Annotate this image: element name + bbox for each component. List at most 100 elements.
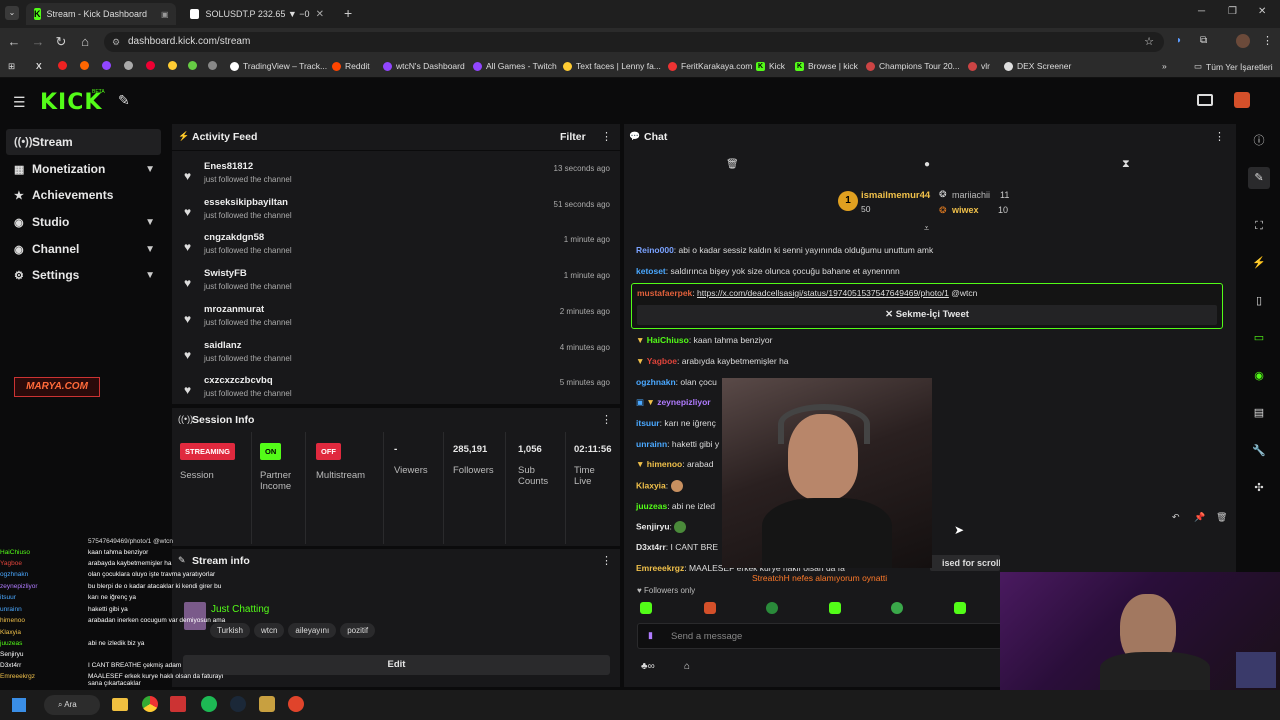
- bookmark-item[interactable]: Reddit: [332, 61, 370, 71]
- sidebar-item-channel[interactable]: ◉ Channel ▼: [6, 236, 161, 262]
- document-icon[interactable]: ▯: [1248, 290, 1270, 312]
- hourglass-icon[interactable]: ⧗: [1122, 158, 1130, 171]
- chat-username[interactable]: Yagboe: [647, 356, 677, 366]
- bookmark-item[interactable]: Text faces | Lenny fa...: [563, 61, 661, 71]
- app-icon[interactable]: [170, 696, 186, 712]
- maximize-icon[interactable]: ❐: [1228, 6, 1237, 17]
- brush-icon[interactable]: ✎: [118, 92, 130, 109]
- gifter-name[interactable]: ismailmemur44: [861, 190, 930, 201]
- bookmark-item[interactable]: TradingView – Track...: [230, 61, 327, 71]
- chat-username[interactable]: Emreeekrgz: [636, 563, 684, 573]
- profile-avatar[interactable]: [1236, 34, 1250, 48]
- send-message-input[interactable]: ▮ Send a message: [637, 623, 1002, 649]
- hamburger-menu-icon[interactable]: ☰: [13, 94, 26, 111]
- bookmark-item[interactable]: All Games - Twitch: [473, 61, 557, 71]
- pin-icon[interactable]: 📌: [1194, 512, 1205, 523]
- chrome-icon[interactable]: [142, 696, 158, 712]
- site-icon[interactable]: [80, 61, 89, 70]
- emote-icon[interactable]: [704, 602, 716, 614]
- feed-username[interactable]: cngzakdgn58: [204, 232, 264, 243]
- dashboard-layout-icon[interactable]: [1197, 94, 1213, 106]
- chat-username[interactable]: juuzeas: [636, 501, 667, 511]
- window-close-icon[interactable]: ✕: [1258, 6, 1266, 17]
- forward-icon[interactable]: →: [26, 34, 50, 49]
- chat-username[interactable]: ketoset: [636, 266, 666, 276]
- feed-username[interactable]: saidlanz: [204, 340, 242, 351]
- tab-kick-dashboard[interactable]: K Stream - Kick Dashboard ▣ ✕: [26, 3, 176, 25]
- gifter-name[interactable]: wiwex: [952, 205, 979, 215]
- user-avatar[interactable]: [1234, 92, 1250, 108]
- trash-icon[interactable]: 🗑: [1216, 512, 1227, 523]
- bookmark-item[interactable]: FeritKarakaya.com: [668, 61, 752, 71]
- chat-username[interactable]: himenoo: [647, 459, 682, 469]
- chat-username[interactable]: D3xt4rr: [636, 542, 666, 552]
- spotify-icon[interactable]: [201, 696, 217, 712]
- reload-icon[interactable]: ↻: [49, 34, 73, 50]
- close-icon[interactable]: ✕: [175, 9, 176, 20]
- chat-username[interactable]: Senjiryu: [636, 521, 670, 531]
- microphone-icon[interactable]: ▮: [648, 630, 653, 641]
- tab-list-icon[interactable]: ⌄: [5, 6, 19, 20]
- feed-username[interactable]: mrozanmurat: [204, 304, 264, 315]
- site-icon[interactable]: [208, 61, 217, 70]
- site-icon[interactable]: [146, 61, 155, 70]
- feed-username[interactable]: cxzcxzczbcvbq: [204, 375, 273, 386]
- all-bookmarks[interactable]: ▭ Tüm Yer İşaretleri: [1194, 61, 1273, 72]
- trash-icon[interactable]: 🗑: [726, 159, 739, 170]
- minimize-icon[interactable]: ─: [1198, 6, 1205, 17]
- site-icon[interactable]: [124, 61, 133, 70]
- x-favicon-icon[interactable]: X: [36, 61, 42, 71]
- bookmark-item[interactable]: K Kick: [756, 61, 785, 71]
- chat-username[interactable]: Klaxyia: [636, 480, 666, 490]
- more-bookmarks-icon[interactable]: »: [1162, 61, 1167, 71]
- sidebar-item-monetization[interactable]: ▦ Monetization ▼: [6, 156, 161, 182]
- sidebar-item-settings[interactable]: ⚙ Settings ▼: [6, 262, 161, 288]
- site-info-icon[interactable]: ⚙: [112, 32, 120, 52]
- bookmark-item[interactable]: wtcN's Dashboard: [383, 61, 465, 71]
- site-icon[interactable]: [188, 61, 197, 70]
- site-icon[interactable]: [168, 61, 177, 70]
- lightning-icon[interactable]: ⚡: [1248, 252, 1270, 274]
- emote-icon[interactable]: [891, 602, 903, 614]
- emote-icon[interactable]: [829, 602, 841, 614]
- bookmark-item[interactable]: DEX Screener: [1004, 61, 1071, 71]
- bookmark-item[interactable]: K Browse | kick: [795, 61, 858, 71]
- feed-username[interactable]: esseksikipbayiltan: [204, 197, 288, 208]
- broadcast-icon[interactable]: ◉: [1248, 365, 1270, 387]
- apps-icon[interactable]: ✣: [1248, 477, 1270, 499]
- extension-icon[interactable]: ◗: [1176, 35, 1182, 46]
- clip-icon[interactable]: ⛶: [1248, 215, 1270, 237]
- emote-icon[interactable]: [954, 602, 966, 614]
- more-options-icon[interactable]: ⋮: [1214, 130, 1225, 143]
- message-icon[interactable]: ●: [924, 159, 930, 170]
- youtube-icon[interactable]: [58, 61, 67, 70]
- tweet-embed-button[interactable]: ✕ Sekme-İçi Tweet: [637, 305, 1217, 325]
- feed-username[interactable]: Enes81812: [204, 161, 253, 172]
- chat-username[interactable]: mustafaerpek: [637, 288, 692, 298]
- edit-button[interactable]: Edit: [183, 655, 610, 675]
- close-icon[interactable]: ✕: [316, 9, 324, 20]
- sidebar-item-studio[interactable]: ◉ Studio ▼: [6, 209, 161, 235]
- app-icon[interactable]: [288, 696, 304, 712]
- emote-icon[interactable]: [766, 602, 778, 614]
- home-icon[interactable]: ⌂: [73, 34, 97, 49]
- twitch-icon[interactable]: [102, 61, 111, 70]
- chat-username[interactable]: unrainn: [636, 439, 667, 449]
- windows-start-icon[interactable]: [12, 698, 26, 712]
- chat-bubble-icon[interactable]: ▭: [1248, 327, 1270, 349]
- app-icon[interactable]: [259, 696, 275, 712]
- bookmark-star-icon[interactable]: ☆: [1144, 32, 1154, 52]
- steam-icon[interactable]: [230, 696, 246, 712]
- url-input[interactable]: ⚙ dashboard.kick.com/stream ☆: [104, 32, 1164, 52]
- sidebar-item-achievements[interactable]: ★ Achievements: [6, 182, 161, 208]
- feed-username[interactable]: SwistyFB: [204, 268, 247, 279]
- info-icon[interactable]: ⓘ: [1248, 130, 1270, 152]
- gifter-name[interactable]: mariiachii: [952, 190, 990, 200]
- tab-pin-icon[interactable]: ▣: [161, 10, 169, 19]
- more-options-icon[interactable]: ⋮: [601, 130, 612, 143]
- apps-grid-icon[interactable]: ⊞: [8, 61, 15, 72]
- bookmark-item[interactable]: vlr: [968, 61, 990, 71]
- chat-username[interactable]: HaiChiuso: [647, 335, 689, 345]
- filter-button[interactable]: Filter: [560, 131, 586, 143]
- emote-icon[interactable]: [640, 602, 652, 614]
